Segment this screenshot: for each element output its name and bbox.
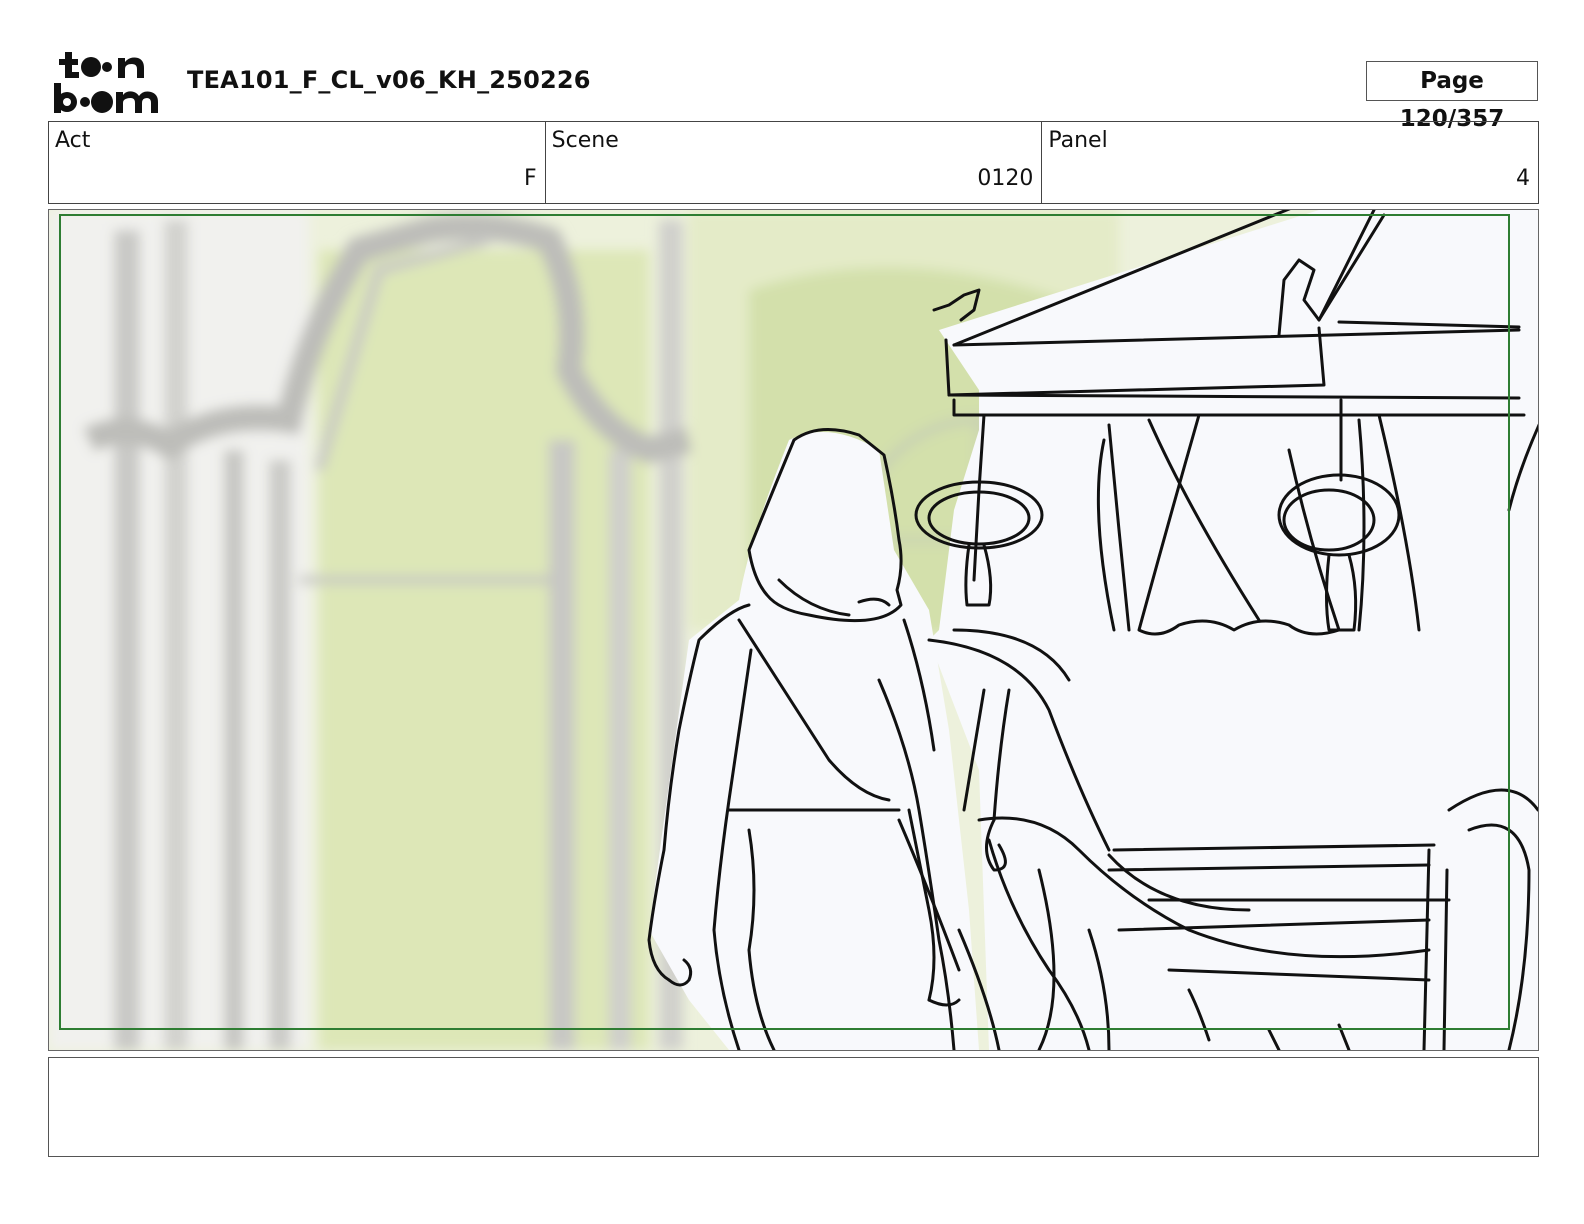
act-label: Act (55, 128, 91, 153)
storyboard-panel-image (48, 209, 1539, 1051)
panel-notes-box (48, 1057, 1539, 1157)
document-title: TEA101_F_CL_v06_KH_250226 (187, 66, 591, 94)
scene-value: 0120 (977, 166, 1034, 191)
panel-value: 4 (1516, 166, 1531, 191)
scene-cell: Scene 0120 (546, 122, 1043, 203)
storyboard-info-table: Act F Scene 0120 Panel 4 (48, 121, 1539, 204)
page-indicator: Page 120/357 (1366, 61, 1538, 132)
scene-label: Scene (551, 128, 619, 153)
panel-cell: Panel 4 (1042, 122, 1538, 203)
panel-sketch (49, 210, 1538, 1050)
panel-label: Panel (1048, 128, 1108, 153)
act-value: F (524, 166, 537, 191)
toon-boom-logo (54, 52, 158, 113)
act-cell: Act F (49, 122, 546, 203)
